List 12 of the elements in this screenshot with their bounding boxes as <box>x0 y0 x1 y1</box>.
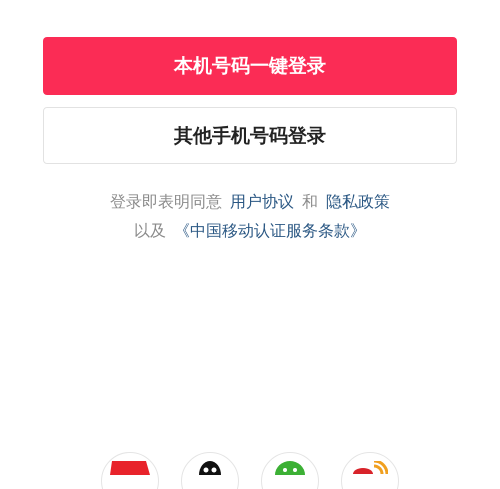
other-phone-login-button[interactable]: 其他手机号码登录 <box>43 107 457 164</box>
banner-icon <box>110 461 150 475</box>
agreement-link[interactable]: 隐私政策 <box>326 192 390 213</box>
agreement-text: 和 <box>302 192 318 213</box>
signal-icon <box>352 461 388 474</box>
agreement-link[interactable]: 《中国移动认证服务条款》 <box>174 221 366 242</box>
one-tap-login-button[interactable]: 本机号码一键登录 <box>43 37 457 95</box>
agreement-link[interactable]: 用户协议 <box>230 192 294 213</box>
penguin-icon <box>199 461 221 475</box>
agreement-text: 登录即表明同意 <box>110 192 222 213</box>
agreement-text: 以及 <box>134 221 166 242</box>
chat-bubble-icon <box>275 461 305 475</box>
